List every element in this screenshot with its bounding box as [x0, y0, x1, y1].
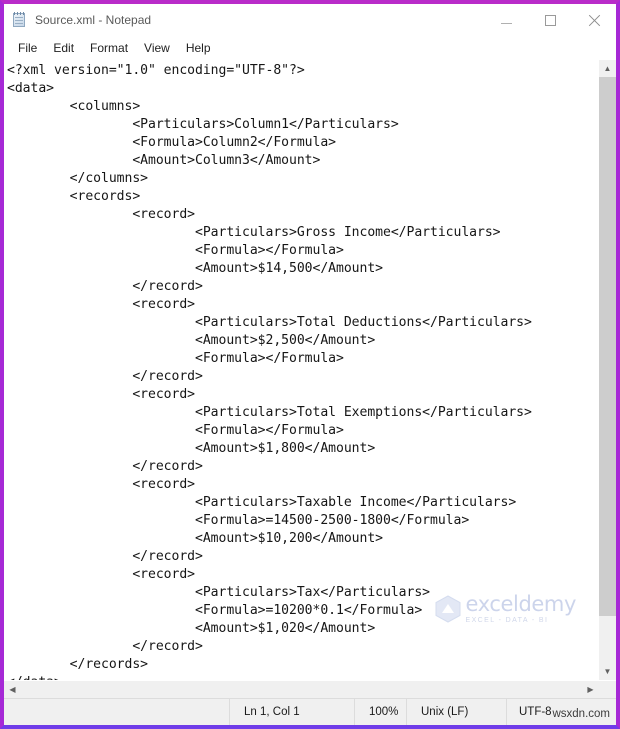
text-editor[interactable]: <?xml version="1.0" encoding="UTF-8"?> <… [4, 60, 598, 680]
menu-item-edit[interactable]: Edit [45, 38, 82, 58]
menu-item-file[interactable]: File [10, 38, 45, 58]
maximize-button[interactable] [528, 4, 572, 36]
scroll-down-button[interactable]: ▼ [599, 663, 616, 680]
status-bar-spacer [4, 699, 229, 725]
scrollbar-corner [599, 681, 616, 698]
xml-source-text[interactable]: <?xml version="1.0" encoding="UTF-8"?> <… [7, 62, 598, 680]
notepad-window: Source.xml - Notepad File Edit Format Vi… [0, 0, 620, 729]
title-bar[interactable]: Source.xml - Notepad [4, 4, 616, 36]
window-controls [484, 4, 616, 36]
vertical-scroll-track[interactable] [599, 77, 616, 663]
horizontal-scrollbar[interactable]: ◀ ▶ [4, 680, 616, 698]
vertical-scrollbar[interactable]: ▲ ▼ [598, 60, 616, 680]
status-encoding: UTF-8 [506, 699, 616, 725]
menu-item-view[interactable]: View [136, 38, 178, 58]
scroll-left-button[interactable]: ◀ [4, 681, 21, 698]
scroll-up-button[interactable]: ▲ [599, 60, 616, 77]
window-title: Source.xml - Notepad [35, 13, 152, 27]
editor-region: <?xml version="1.0" encoding="UTF-8"?> <… [4, 60, 616, 698]
status-line-ending: Unix (LF) [406, 699, 506, 725]
status-zoom-level[interactable]: 100% [354, 699, 406, 725]
close-icon [588, 14, 601, 27]
editor-row: <?xml version="1.0" encoding="UTF-8"?> <… [4, 60, 616, 680]
close-button[interactable] [572, 4, 616, 36]
scroll-right-button[interactable]: ▶ [582, 681, 599, 698]
minimize-icon [500, 22, 512, 24]
maximize-icon [544, 14, 556, 26]
menu-item-format[interactable]: Format [82, 38, 136, 58]
minimize-button[interactable] [484, 4, 528, 36]
status-cursor-position: Ln 1, Col 1 [229, 699, 354, 725]
title-bar-left: Source.xml - Notepad [4, 12, 151, 28]
notepad-icon [12, 12, 28, 28]
vertical-scroll-thumb[interactable] [599, 77, 616, 617]
menu-item-help[interactable]: Help [178, 38, 219, 58]
status-bar: Ln 1, Col 1 100% Unix (LF) UTF-8 [4, 698, 616, 725]
menu-bar: File Edit Format View Help [4, 36, 616, 60]
horizontal-scroll-track[interactable] [21, 681, 582, 698]
